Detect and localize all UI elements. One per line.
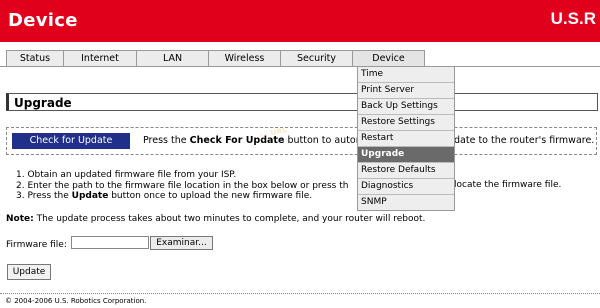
step-1: 1. Obtain an updated firmware file from … — [16, 170, 237, 180]
tab-device[interactable]: Device — [352, 50, 425, 66]
menu-item-restart[interactable]: Restart — [358, 131, 454, 147]
browse-button[interactable]: Examinar... — [150, 236, 213, 250]
check-text-pre: Press the — [143, 135, 190, 146]
note-body: The update process takes about two minut… — [33, 214, 426, 224]
page-header-title: Device — [8, 10, 78, 31]
menu-item-restore-settings[interactable]: Restore Settings — [358, 115, 454, 131]
step-2: 2. Enter the path to the firmware file l… — [16, 180, 349, 191]
menu-item-time[interactable]: Time — [358, 67, 454, 83]
tab-divider — [0, 66, 600, 67]
footer-divider — [0, 293, 600, 294]
menu-item-snmp[interactable]: SNMP — [358, 195, 454, 210]
step-2-end: locate the firmware file. — [454, 180, 562, 190]
step-3: 3. Press the Update button once to uploa… — [16, 191, 348, 202]
tab-status[interactable]: Status — [6, 50, 64, 66]
menu-item-restore-defaults[interactable]: Restore Defaults — [358, 163, 454, 179]
tab-lan[interactable]: LAN — [136, 50, 209, 66]
note-label: Note: — [6, 214, 34, 224]
note-text: Note: The update process takes about two… — [6, 214, 425, 224]
check-update-description-end: date to the router's firmware. — [454, 135, 595, 146]
tab-security[interactable]: Security — [280, 50, 353, 66]
tab-wireless[interactable]: Wireless — [208, 50, 281, 66]
page-title: Upgrade — [6, 93, 598, 111]
tab-bar: Status Internet LAN Wireless Security De… — [6, 50, 425, 66]
step-3-pre: 3. Press the — [16, 191, 72, 201]
instruction-steps: 1. Obtain an updated firmware file from … — [16, 170, 348, 202]
menu-item-upgrade[interactable]: Upgrade — [358, 147, 454, 163]
menu-item-print-server[interactable]: Print Server — [358, 83, 454, 99]
firmware-file-input[interactable] — [71, 236, 149, 249]
device-dropdown-menu: Time Print Server Back Up Settings Resto… — [357, 66, 455, 211]
usr-logo: U.S.R — [550, 9, 596, 28]
copyright-footer: © 2004-2006 U.S. Robotics Corporation. — [5, 297, 147, 305]
firmware-file-label: Firmware file: — [6, 240, 67, 250]
check-for-update-button[interactable]: Check for Update — [12, 133, 130, 149]
tab-internet[interactable]: Internet — [63, 50, 137, 66]
header-bar: Device U.S.R — [0, 0, 600, 42]
menu-item-diagnostics[interactable]: Diagnostics — [358, 179, 454, 195]
menu-item-back-up-settings[interactable]: Back Up Settings — [358, 99, 454, 115]
update-button[interactable]: Update — [7, 264, 51, 280]
step-3-bold: Update — [71, 191, 109, 201]
step-3-post: button once to upload the new firmware f… — [108, 191, 313, 201]
